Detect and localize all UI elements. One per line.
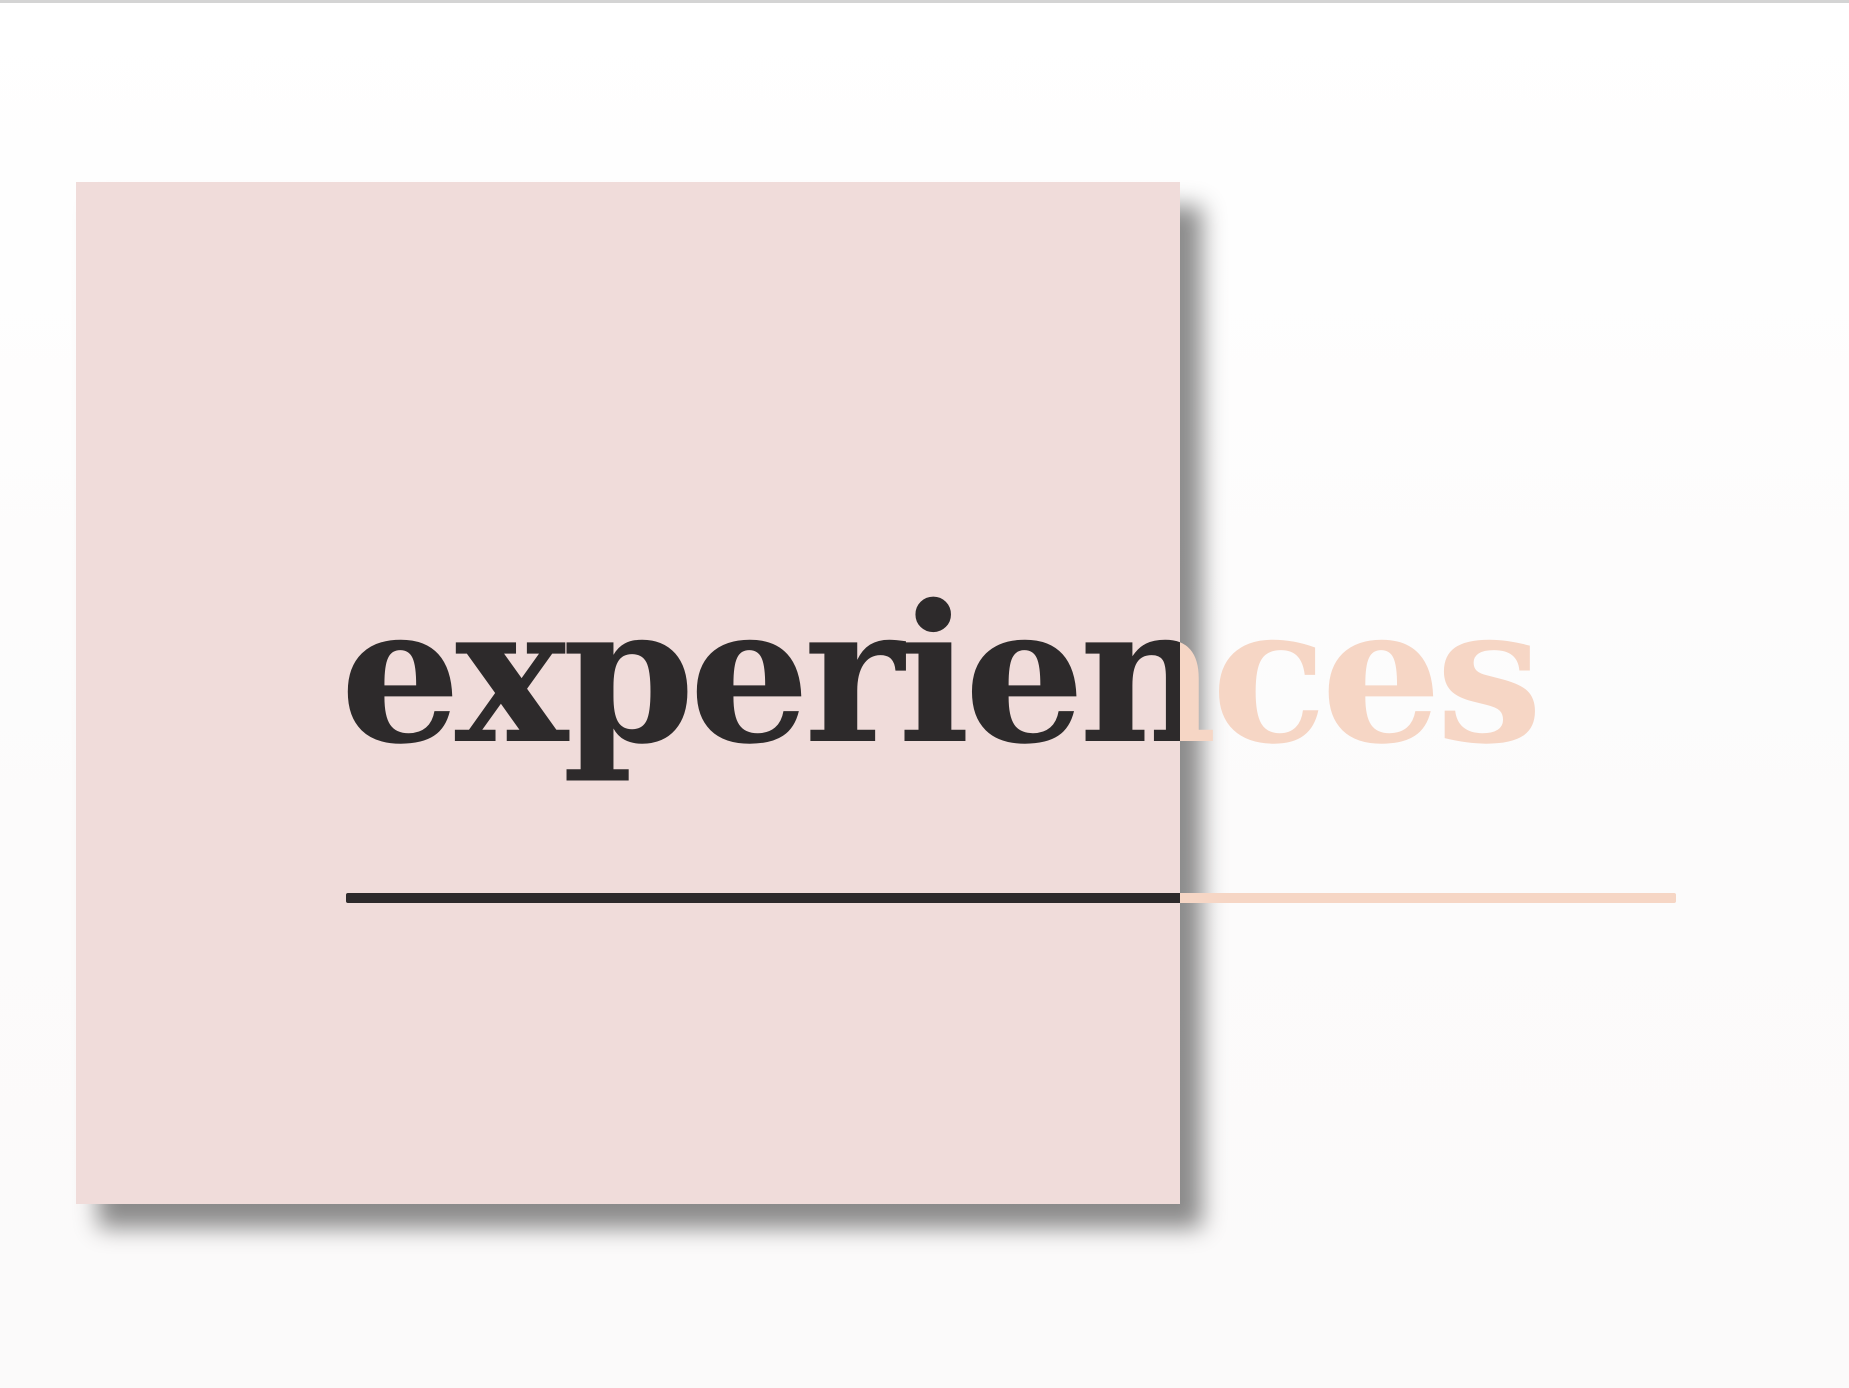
headline-underline-overflow — [1180, 893, 1676, 903]
top-border — [0, 0, 1849, 3]
pink-square — [76, 182, 1180, 1204]
headline-word-overflow: experiences — [1180, 563, 1543, 786]
headline-light-part: experiences — [1180, 0, 1849, 1388]
graphic-canvas: experiences experiences — [0, 0, 1849, 1388]
